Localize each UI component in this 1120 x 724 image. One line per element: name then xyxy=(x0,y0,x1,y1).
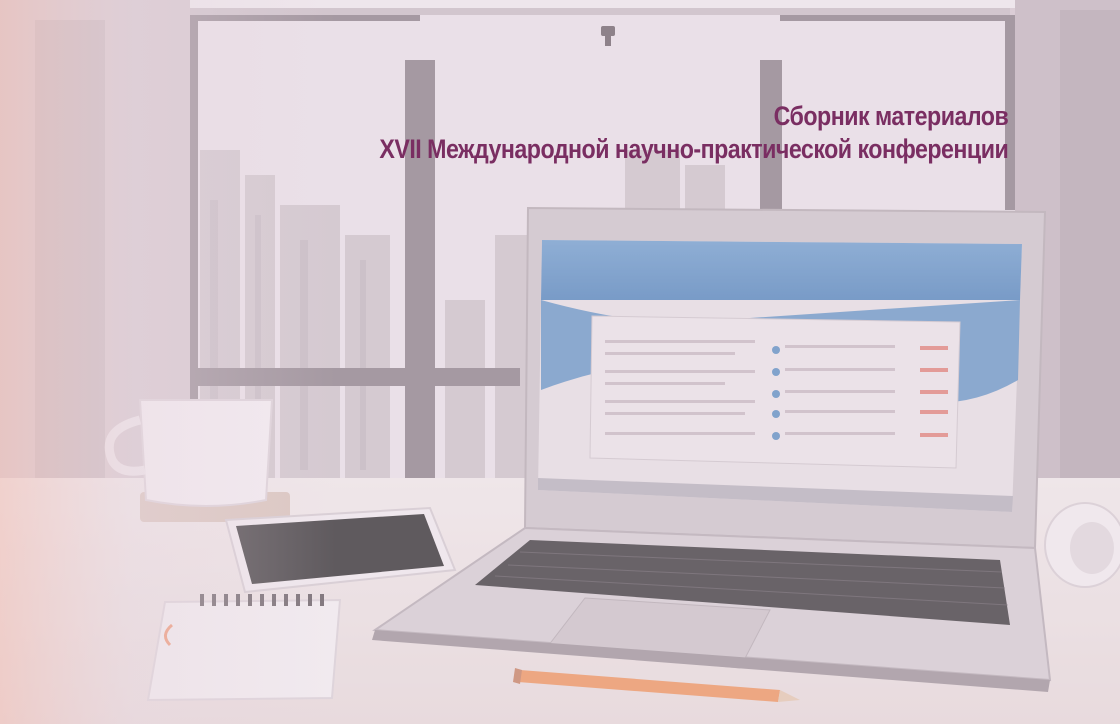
title-block: Сборник материалов XVII Международной на… xyxy=(277,100,1008,166)
title-line-1: Сборник материалов xyxy=(773,101,1008,131)
banner-scene: Сборник материалов XVII Международной на… xyxy=(0,0,1120,724)
title-line-2: XVII Международной научно-практической к… xyxy=(379,134,1008,164)
